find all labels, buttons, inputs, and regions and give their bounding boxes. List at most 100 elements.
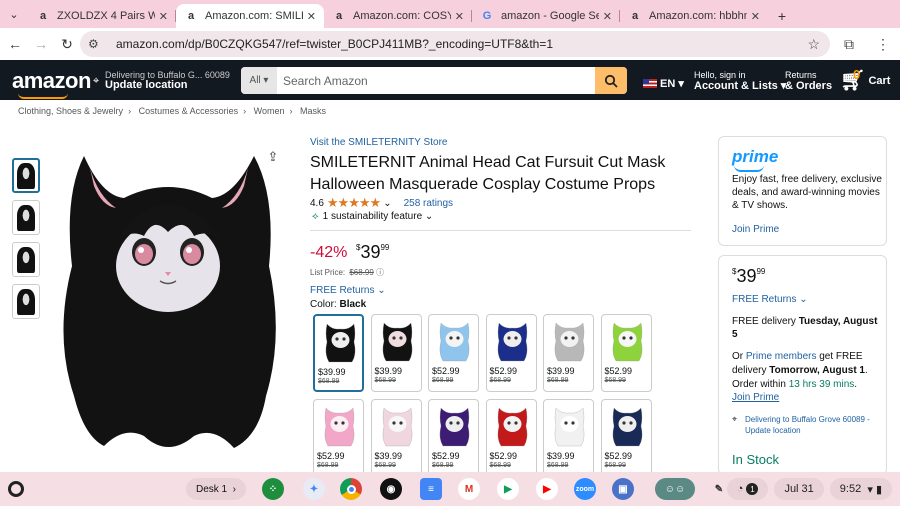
account-lists[interactable]: Hello, sign in Account & Lists ▾ (694, 70, 786, 92)
amazon-logo[interactable]: amazon (12, 68, 91, 99)
extensions-icon[interactable]: ⧉ (832, 36, 866, 53)
docs-icon[interactable]: ≡ (420, 478, 442, 500)
buy-box: $3999 FREE Returns ⌄ FREE delivery Tuesd… (718, 255, 887, 475)
returns-orders[interactable]: Returns & Orders (785, 70, 832, 92)
gemini-icon[interactable]: ✦ (303, 478, 325, 500)
join-prime-link[interactable]: Join Prime (732, 224, 779, 235)
youtube-icon[interactable]: ▶ (536, 478, 558, 500)
color-swatch[interactable]: $39.99 $68.99 (543, 399, 594, 477)
browser-tab-active[interactable]: a Amazon.com: SMILETERNI ✕ (176, 4, 324, 28)
swatch-list-price: $68.99 (374, 377, 396, 384)
store-link[interactable]: Visit the SMILETERNITY Store (310, 137, 447, 148)
delivery-location-link[interactable]: ⌖ Delivering to Buffalo Grove 60089 - Upd… (732, 414, 882, 436)
browser-tab[interactable]: a Amazon.com: hbbhml Faux ✕ (620, 4, 768, 28)
bookmark-star-icon[interactable]: ☆ (807, 36, 820, 53)
address-bar-row: ← → ↻ ⚙ amazon.com/dp/B0CZQKG547/ref=twi… (0, 28, 900, 60)
color-swatch[interactable]: $52.99 $68.99 (485, 314, 537, 392)
buybox-returns-link[interactable]: FREE Returns ⌄ (732, 294, 808, 305)
reload-icon[interactable]: ↻ (54, 31, 80, 57)
apps-icon[interactable]: ⁘ (262, 478, 284, 500)
breadcrumb-link[interactable]: Women (254, 106, 285, 116)
breadcrumb-link[interactable]: Costumes & Accessories (139, 106, 239, 116)
cast-app-icon[interactable]: ◉ (380, 478, 402, 500)
forward-icon[interactable]: → (28, 31, 54, 57)
close-tab-icon[interactable]: ✕ (307, 10, 316, 23)
desk-switcher[interactable]: Desk 1 › (186, 478, 246, 500)
color-swatch[interactable]: $39.99 $68.99 (370, 399, 422, 477)
prime-members-link[interactable]: Prime members (746, 351, 817, 362)
browser-tab[interactable]: a Amazon.com: COSYEARS F ✕ (324, 4, 472, 28)
cart-button[interactable]: 🛒︎ 0 Cart (840, 67, 890, 93)
color-swatch[interactable]: $52.99 $68.99 (313, 399, 364, 477)
swatch-price: $39.99 (374, 451, 403, 461)
swatch-list-price: $68.99 (374, 462, 396, 469)
color-swatch[interactable]: $39.99 $68.99 (543, 314, 594, 392)
browser-menu-icon[interactable]: ⋮ (866, 36, 900, 53)
star-rating-icon[interactable]: ★★★★★ (327, 195, 381, 211)
browser-tab[interactable]: a ZXOLDZX 4 Pairs Women's ✕ (28, 4, 176, 28)
color-swatch[interactable]: $52.99 $68.99 (600, 399, 652, 477)
free-returns-link[interactable]: FREE Returns ⌄ (310, 285, 386, 296)
avatars-icon[interactable]: ☺☺ (655, 478, 695, 500)
delivery-info: FREE delivery Tuesday, August 5 (732, 316, 878, 340)
color-swatch[interactable]: $52.99 $68.99 (428, 399, 479, 477)
join-prime-link[interactable]: Join Prime (732, 392, 779, 403)
battery-icon: ▮ (875, 483, 882, 496)
zoom-icon[interactable]: zoom (574, 478, 596, 500)
sustainability-feature[interactable]: ⟡ 1 sustainability feature ⌄ (312, 211, 433, 222)
new-tab-icon[interactable]: + (768, 4, 796, 28)
thumbnail-image[interactable] (12, 284, 40, 319)
color-swatch[interactable]: $39.99 $68.99 (370, 314, 422, 392)
url-field[interactable]: ⚙ amazon.com/dp/B0CZQKG547/ref=twister_B… (80, 31, 830, 57)
launcher-icon[interactable] (8, 481, 24, 497)
system-tray[interactable]: ◔ 1 Jul 31 9:52 ▾ ▮ (721, 478, 892, 500)
thumbnail-image[interactable] (12, 242, 40, 277)
clock-status[interactable]: 9:52 ▾ ▮ (829, 478, 892, 500)
swatch-list-price: $68.99 (432, 377, 454, 384)
back-icon[interactable]: ← (2, 31, 28, 57)
photos-app-icon[interactable]: ▣ (612, 478, 634, 500)
amazon-favicon-icon: a (39, 10, 47, 22)
swatch-image (554, 322, 585, 362)
breadcrumb-link[interactable]: Masks (300, 106, 326, 116)
gmail-icon[interactable]: M (458, 478, 480, 500)
product-main-image[interactable] (44, 136, 292, 458)
color-swatch[interactable]: $39.99 $68.99 (313, 314, 364, 392)
close-tab-icon[interactable]: ✕ (159, 10, 168, 23)
close-tab-icon[interactable]: ✕ (455, 10, 464, 23)
rating-row: 4.6 ★★★★★ ⌄ 258 ratings (310, 195, 453, 211)
close-tab-icon[interactable]: ✕ (603, 10, 612, 23)
thumbnail-image[interactable] (12, 158, 40, 193)
language-select[interactable]: EN ▾ (643, 77, 684, 90)
ratings-link[interactable]: 258 ratings (404, 198, 453, 209)
deliver-to[interactable]: Delivering to Buffalo G... 60089 Update … (93, 70, 230, 91)
countdown: 13 hrs 39 mins (788, 379, 855, 390)
color-swatch[interactable]: $52.99 $68.99 (600, 314, 652, 392)
tab-search-chevron-icon[interactable]: ⌄ (0, 0, 28, 28)
amazon-favicon-icon: a (631, 10, 639, 22)
chrome-icon[interactable] (340, 478, 362, 500)
play-store-icon[interactable]: ▶ (497, 478, 519, 500)
prime-delivery-info: Or Prime members get FREE delivery Tomor… (732, 351, 868, 390)
swatch-price: $52.99 (604, 366, 633, 376)
thumbnail-image[interactable] (12, 200, 40, 235)
color-swatch[interactable]: $52.99 $68.99 (428, 314, 479, 392)
swatch-price: $52.99 (432, 366, 460, 376)
site-info-icon[interactable]: ⚙ (88, 37, 104, 51)
search-icon[interactable] (595, 67, 627, 94)
list-price: List Price: $68.99 ⓘ (310, 268, 385, 277)
swatch-price: $52.99 (489, 451, 518, 461)
swatch-price: $39.99 (547, 451, 575, 461)
search-input[interactable]: Search Amazon (277, 67, 595, 94)
date[interactable]: Jul 31 (774, 478, 824, 500)
color-swatch[interactable]: $52.99 $68.99 (485, 399, 537, 477)
browser-tab[interactable]: G amazon - Google Search ✕ (472, 4, 620, 28)
breadcrumb-link[interactable]: Clothing, Shoes & Jewelry (18, 106, 123, 116)
share-icon[interactable]: ⇪ (262, 146, 284, 168)
search-category-select[interactable]: All ▾ (241, 67, 277, 94)
google-favicon-icon: G (482, 10, 492, 22)
close-tab-icon[interactable]: ✕ (751, 10, 760, 23)
chevron-down-icon[interactable]: ⌄ (383, 198, 391, 209)
amazon-header: amazon Delivering to Buffalo G... 60089 … (0, 60, 900, 100)
swatch-image (382, 322, 412, 362)
